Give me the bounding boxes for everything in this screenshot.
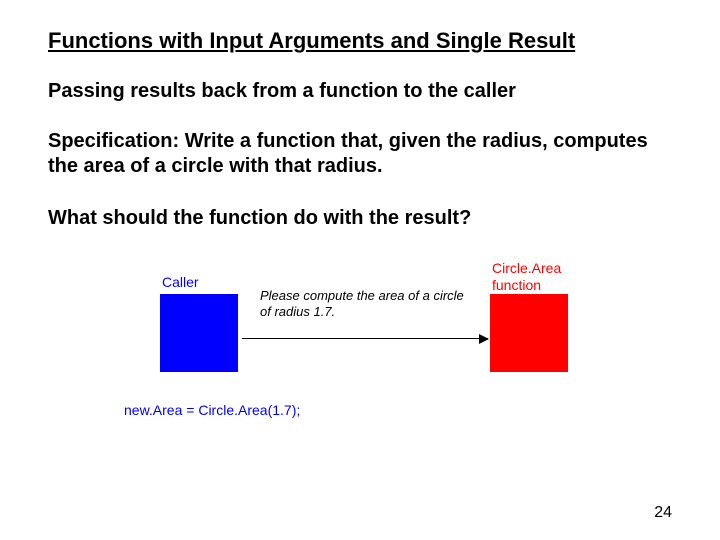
slide: Functions with Input Arguments and Singl…	[0, 0, 720, 540]
function-box	[490, 294, 568, 372]
caller-function-diagram: Caller Circle.Area function Please compu…	[120, 268, 600, 438]
caller-label: Caller	[162, 274, 199, 290]
page-number: 24	[654, 504, 672, 522]
message-text: Please compute the area of a circle of r…	[260, 288, 470, 321]
slide-subtitle: Passing results back from a function to …	[48, 80, 672, 103]
arrow-icon	[242, 338, 488, 339]
question-text: What should the function do with the res…	[48, 207, 672, 230]
code-line: new.Area = Circle.Area(1.7);	[124, 402, 300, 418]
caller-box	[160, 294, 238, 372]
specification-text: Specification: Write a function that, gi…	[48, 129, 672, 179]
function-label: Circle.Area function	[492, 260, 561, 294]
slide-title: Functions with Input Arguments and Singl…	[48, 28, 672, 54]
